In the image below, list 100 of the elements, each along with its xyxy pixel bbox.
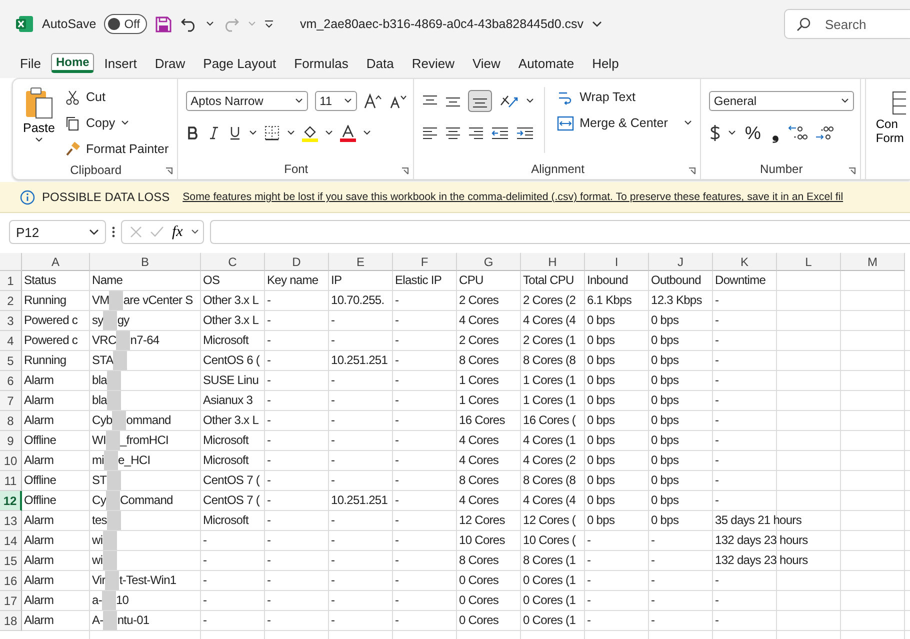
column-header[interactable]: C — [201, 253, 265, 271]
caret-icon[interactable] — [324, 130, 333, 136]
column-header[interactable]: A — [22, 253, 90, 271]
row-header[interactable]: 15 — [0, 551, 22, 571]
align-right-icon[interactable] — [468, 126, 484, 140]
increase-indent-icon[interactable] — [516, 126, 534, 140]
row-header[interactable]: 4 — [0, 331, 22, 351]
row-header[interactable]: 10 — [0, 451, 22, 471]
autosave-toggle[interactable]: Off — [104, 14, 148, 34]
menu-tab[interactable]: Page Layout — [195, 52, 284, 74]
font-color-icon[interactable] — [340, 124, 356, 142]
column-header[interactable]: E — [329, 253, 393, 271]
font-name-dropdown[interactable]: Aptos Narrow — [186, 91, 308, 111]
menu-tab[interactable]: Help — [584, 52, 627, 74]
column-header[interactable]: K — [713, 253, 777, 271]
comma-style-button[interactable]: ❟ — [770, 122, 781, 144]
align-left-icon[interactable] — [422, 126, 438, 140]
copy-button[interactable]: Copy — [62, 111, 171, 135]
column-header[interactable]: F — [393, 253, 457, 271]
more-icon[interactable] — [112, 226, 115, 238]
menu-tab[interactable]: Review — [404, 52, 462, 74]
increase-font-size-icon[interactable] — [364, 93, 382, 109]
insert-function-button[interactable]: fx — [172, 224, 183, 240]
table-cell-text: 0 bps — [587, 372, 615, 389]
column-header[interactable]: B — [90, 253, 201, 271]
merge-center-button[interactable]: Merge & Center — [554, 111, 694, 135]
table-cell-text: 8 Cores — [459, 352, 499, 369]
caret-icon[interactable] — [362, 130, 371, 136]
row-header[interactable]: 13 — [0, 511, 22, 531]
cut-button[interactable]: Cut — [62, 85, 171, 109]
row-header[interactable]: 7 — [0, 391, 22, 411]
caret-icon[interactable] — [728, 130, 736, 136]
conditional-formatting-icon[interactable] — [892, 91, 906, 115]
column-header[interactable]: D — [265, 253, 329, 271]
font-size-dropdown[interactable]: 11 — [314, 91, 357, 111]
row-header[interactable]: 5 — [0, 351, 22, 371]
row-header[interactable]: 3 — [0, 311, 22, 331]
formula-input[interactable] — [210, 220, 910, 244]
caret-icon[interactable] — [526, 98, 534, 104]
align-bottom-icon[interactable] — [468, 90, 492, 112]
percent-button[interactable]: % — [742, 122, 763, 144]
underline-icon[interactable] — [228, 126, 242, 140]
row-header[interactable]: 6 — [0, 371, 22, 391]
row-header[interactable]: 1 — [0, 271, 22, 291]
row-header[interactable]: 9 — [0, 431, 22, 451]
decrease-indent-icon[interactable] — [490, 126, 509, 140]
column-header[interactable]: I — [585, 253, 649, 271]
column-header[interactable]: M — [841, 253, 905, 271]
row-header[interactable]: 17 — [0, 591, 22, 611]
table-cell-text: 10.251.251 — [331, 352, 388, 369]
caret-icon[interactable] — [248, 130, 257, 136]
row-header[interactable]: 14 — [0, 531, 22, 551]
fill-color-icon[interactable] — [302, 124, 318, 142]
row-header[interactable]: 2 — [0, 291, 22, 311]
caret-icon[interactable] — [190, 229, 199, 235]
dollar-icon[interactable] — [708, 124, 721, 142]
file-name[interactable]: vm_2ae80aec-b316-4869-a0c4-43ba828445d0.csv — [300, 17, 584, 31]
search-field[interactable]: Search — [784, 9, 910, 39]
menu-tab[interactable]: Data — [358, 52, 402, 74]
row-header[interactable]: 16 — [0, 571, 22, 591]
column-header[interactable]: G — [457, 253, 521, 271]
caret-icon[interactable] — [206, 21, 214, 27]
decrease-decimal-icon[interactable] — [814, 125, 835, 141]
decrease-font-size-icon[interactable] — [388, 93, 407, 109]
borders-icon[interactable] — [264, 125, 280, 141]
menu-tab[interactable]: Home — [50, 53, 94, 73]
conditional-formatting-button[interactable]: Con Form — [876, 117, 904, 145]
row-header[interactable]: 11 — [0, 471, 22, 491]
table-cell-text: SUSE Linu — [203, 372, 259, 389]
column-header[interactable]: J — [649, 253, 713, 271]
orientation-icon[interactable] — [498, 93, 519, 109]
dialog-launcher-icon[interactable] — [688, 167, 696, 175]
menu-tab[interactable]: Automate — [510, 52, 582, 74]
align-center-icon[interactable] — [444, 126, 461, 140]
number-format-dropdown[interactable]: General — [708, 91, 854, 111]
dialog-launcher-icon[interactable] — [164, 167, 173, 175]
name-box[interactable]: P12 — [9, 220, 106, 244]
dialog-launcher-icon[interactable] — [400, 167, 409, 175]
column-header[interactable]: H — [521, 253, 585, 271]
customize-toolbar-icon[interactable] — [264, 20, 274, 28]
save-icon[interactable] — [155, 16, 172, 32]
table-cell-text: 0 bps — [587, 452, 615, 469]
menu-tab[interactable]: Formulas — [286, 52, 356, 74]
menu-tab[interactable]: Insert — [96, 52, 145, 74]
increase-decimal-icon[interactable] — [788, 125, 808, 141]
column-header[interactable]: L — [777, 253, 841, 271]
row-header[interactable]: 12 — [0, 491, 22, 511]
dialog-launcher-icon[interactable] — [848, 167, 856, 175]
menu-tab[interactable]: Draw — [146, 52, 194, 74]
row-header[interactable]: 8 — [0, 411, 22, 431]
menu-tab[interactable]: View — [464, 52, 508, 74]
chevron-icon[interactable] — [592, 20, 602, 28]
wrap-text-button[interactable]: Wrap Text — [554, 85, 694, 109]
bold-icon[interactable] — [186, 126, 200, 140]
menu-tab[interactable]: File — [12, 52, 49, 74]
caret-icon[interactable] — [286, 130, 295, 136]
info-link[interactable]: Some features might be lost if you save this workbook in the comma-delimited (.csv) format. To preserve these features, save it in an Excel fil — [182, 191, 844, 203]
row-header[interactable]: 18 — [0, 611, 22, 631]
paste-button[interactable]: Paste — [21, 83, 57, 147]
format-painter-button[interactable]: Format Painter — [62, 137, 171, 161]
